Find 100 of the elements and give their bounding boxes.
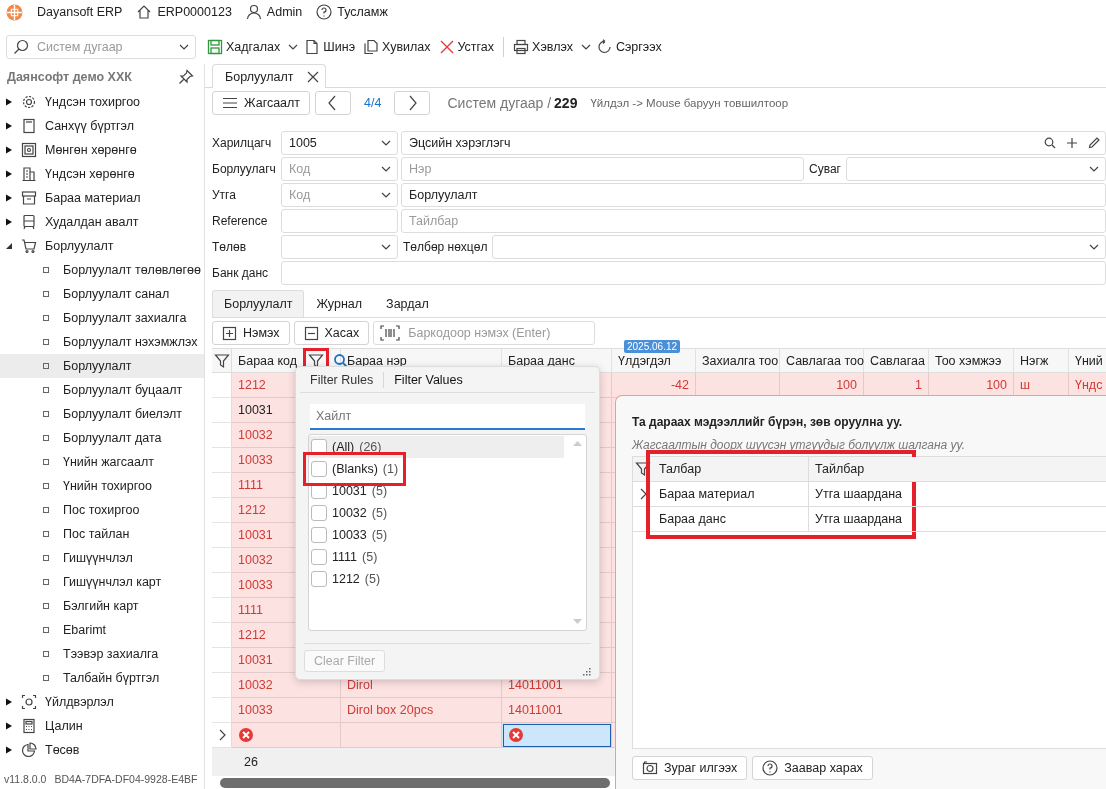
sidebar-subitem[interactable]: Пос тайлан [0,522,204,546]
row-indicator[interactable] [212,573,232,598]
sidebar-item[interactable]: Борлуулалт [45,239,114,253]
text-field[interactable] [281,261,1106,285]
combo-box[interactable] [492,235,1106,259]
row-indicator[interactable] [212,448,232,473]
toolbar-button[interactable]: Хадгалах [204,37,284,57]
row-indicator[interactable] [212,623,232,648]
popup-tab[interactable]: Filter Values [384,371,473,388]
code-combo[interactable]: 1005 [281,131,398,155]
barcode-field[interactable]: Баркодоор нэмэх (Enter) [373,321,596,345]
column-header[interactable]: Үний [1075,353,1103,368]
dialog-button[interactable]: Зураг илгээх [632,756,748,780]
checkbox[interactable] [311,548,327,565]
row-indicator[interactable] [212,523,232,548]
expand-icon[interactable] [5,98,13,106]
popup-tab[interactable]: Filter Rules [300,371,385,388]
toolbar-button[interactable]: Хэвлэх [510,37,576,57]
checkbox[interactable] [311,526,327,543]
sidebar-subitem[interactable]: Гишүүнчлэл [0,546,204,570]
table-cell[interactable] [232,723,341,748]
detail-tab[interactable]: Журнал [304,290,375,317]
column-header[interactable]: Савлагаа тоо [786,353,864,368]
checkbox[interactable] [311,460,327,477]
detail-tab[interactable]: Борлуулалт [212,290,305,317]
combo-box[interactable] [846,157,1106,181]
sidebar-item[interactable]: Үйлдвэрлэл [45,695,114,709]
column-header[interactable]: Савлагаа [870,353,925,368]
sidebar-subitem[interactable]: Үнийн тохиргоо [0,474,204,498]
help-link[interactable]: Тусламж [337,5,388,19]
text-field[interactable] [281,209,398,233]
sidebar-item[interactable]: Санхүү бүртгэл [45,119,134,133]
expand-icon[interactable] [5,146,13,154]
expand-icon[interactable] [5,194,13,202]
checkbox[interactable] [311,570,327,587]
sidebar-item[interactable]: Төсөв [45,743,80,757]
row-indicator[interactable] [212,473,232,498]
expand-icon[interactable] [5,746,13,754]
code-combo[interactable] [281,235,398,259]
column-header[interactable]: Захиалга тоо [702,353,779,368]
list-button[interactable]: Жагсаалт [212,91,311,115]
search-field[interactable]: Хайлт [310,404,585,430]
document-tab[interactable]: Борлуулалт [212,64,327,88]
table-cell[interactable] [502,723,612,748]
sidebar-item[interactable]: Үндсэн тохиргоо [45,95,141,109]
row-indicator[interactable] [212,598,232,623]
sidebar-subitem[interactable]: Бэлгийн карт [0,594,204,618]
sidebar-subitem[interactable]: Талбайн бүртгэл [0,666,204,690]
sidebar-item[interactable]: Худалдан авалт [45,215,139,229]
row-indicator[interactable] [212,423,232,448]
sidebar-subitem[interactable]: Борлуулалт төлөвлөгөө [0,258,204,282]
toolbar-button[interactable]: Сэргээх [593,37,665,57]
sidebar-item[interactable]: Үндсэн хөрөнгө [45,167,135,181]
column-header[interactable]: Тоо хэмжээ [935,353,1002,368]
row-indicator[interactable] [212,673,232,698]
column-header[interactable]: Талбар [653,457,809,481]
expand-icon[interactable] [5,170,13,178]
text-field[interactable]: Нэр [401,157,804,181]
expand-icon[interactable] [5,698,13,706]
sidebar-subitem[interactable]: Борлуулалт захиалга [0,306,204,330]
column-header[interactable]: Бараа нэр [347,353,407,368]
sidebar-subitem[interactable]: Үнийн жагсаалт [0,450,204,474]
text-field[interactable]: Тайлбар [401,209,1106,233]
row-indicator[interactable] [212,398,232,423]
sidebar-item[interactable]: Цалин [45,719,83,733]
toolbar-button[interactable]: Хувилах [360,37,434,57]
next-button[interactable] [394,91,431,115]
column-header[interactable]: Тайлбар [809,457,909,481]
expand-icon[interactable] [5,218,13,226]
sidebar-subitem[interactable]: Борлуулалт буцаалт [0,378,204,402]
row-indicator[interactable] [212,723,232,748]
code-combo[interactable]: Код [281,157,398,181]
sidebar-subitem[interactable]: Борлуулалт нэхэмжлэх [0,330,204,354]
scrollbar[interactable] [220,778,610,788]
checkbox[interactable] [311,504,327,521]
sidebar-subitem[interactable]: Тээвэр захиалга [0,642,204,666]
sidebar-subitem[interactable]: Борлуулалт санал [0,282,204,306]
remove-button[interactable]: Хасах [293,321,370,345]
sidebar-subitem[interactable]: Борлуулалт [0,354,204,378]
toolbar-button[interactable]: Шинэ [301,37,359,57]
row-indicator[interactable] [212,548,232,573]
expand-icon[interactable] [5,722,13,730]
text-field[interactable]: Борлуулалт [401,183,1106,207]
collapse-icon[interactable] [5,242,13,250]
row-indicator[interactable] [212,498,232,523]
sidebar-subitem[interactable]: Борлуулалт биелэлт [0,402,204,426]
sidebar-subitem[interactable]: Борлуулалт дата [0,426,204,450]
add-button[interactable]: Нэмэх [212,321,290,345]
sidebar-subitem[interactable]: Пос тохиргоо [0,498,204,522]
dialog-button[interactable]: Заавар харах [752,756,873,780]
column-header[interactable]: Үлдэгдэл [618,353,671,368]
sidebar-item[interactable]: Мөнгөн хөрөнгө [45,143,137,157]
sidebar-subitem[interactable]: Гишүүнчлэл карт [0,570,204,594]
row-indicator[interactable] [212,373,232,398]
detail-tab[interactable]: Зардал [374,290,441,317]
lookup-field[interactable]: Эцсийн хэрэглэгч [401,131,1106,155]
table-cell[interactable] [341,723,502,748]
previous-button[interactable] [315,91,352,115]
code-combo[interactable]: Код [281,183,398,207]
toolbar-button[interactable]: Устгах [435,37,498,57]
